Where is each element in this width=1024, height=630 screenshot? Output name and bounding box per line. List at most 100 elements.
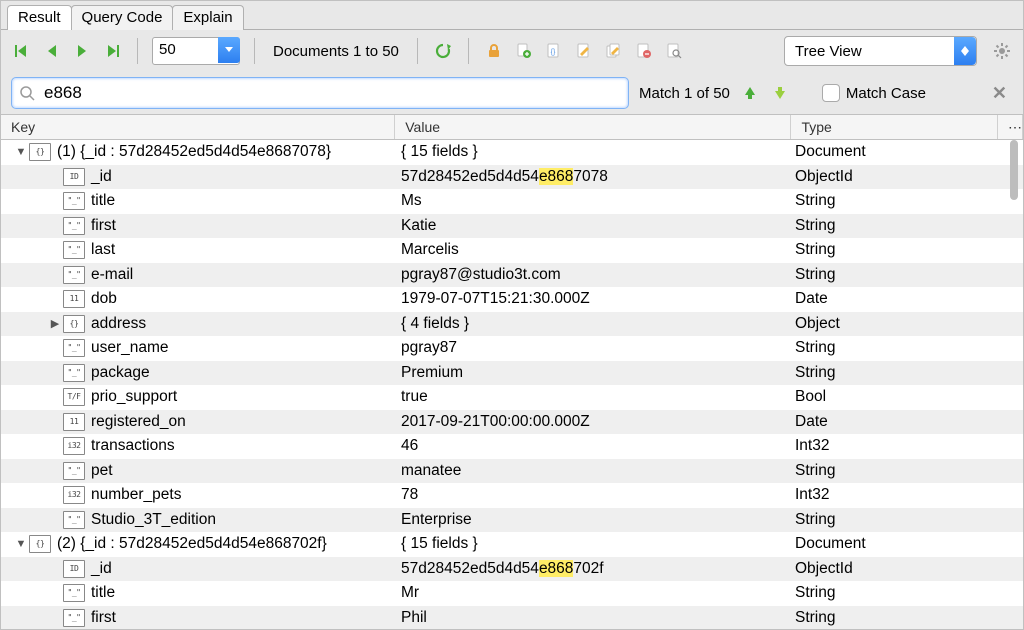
page-size-select[interactable]: 50 bbox=[152, 37, 240, 65]
table-row[interactable]: "_"packagePremiumString bbox=[1, 361, 1023, 386]
value-cell: { 15 fields } bbox=[393, 535, 787, 553]
scrollbar[interactable] bbox=[1007, 140, 1021, 629]
type-cell: String bbox=[787, 609, 987, 627]
column-header-key[interactable]: Key bbox=[1, 115, 395, 139]
tab-query-code[interactable]: Query Code bbox=[71, 5, 174, 30]
type-cell: Int32 bbox=[787, 437, 987, 455]
key-label: _id bbox=[91, 168, 112, 186]
field-type-icon: 11 bbox=[63, 413, 85, 431]
table-row[interactable]: 11registered_on2017-09-21T00:00:00.000ZD… bbox=[1, 410, 1023, 435]
column-header-value[interactable]: Value bbox=[395, 115, 791, 139]
table-row[interactable]: 11dob1979-07-07T15:21:30.000ZDate bbox=[1, 287, 1023, 312]
key-label: pet bbox=[91, 462, 113, 480]
expand-icon[interactable]: ▶ bbox=[49, 317, 61, 330]
field-type-icon: ID bbox=[63, 560, 85, 578]
close-search-button[interactable]: ✕ bbox=[986, 81, 1013, 106]
value-cell: true bbox=[393, 388, 787, 406]
key-label: user_name bbox=[91, 339, 169, 357]
value-cell: { 4 fields } bbox=[393, 315, 787, 333]
edit-documents-button[interactable] bbox=[603, 40, 625, 62]
lock-icon[interactable] bbox=[483, 40, 505, 62]
value-cell: Enterprise bbox=[393, 511, 787, 529]
table-row[interactable]: i32transactions46Int32 bbox=[1, 434, 1023, 459]
type-cell: String bbox=[787, 584, 987, 602]
column-header-type[interactable]: Type bbox=[791, 115, 998, 139]
table-row[interactable]: "_"firstPhilString bbox=[1, 606, 1023, 630]
table-row[interactable]: "_"petmanateeString bbox=[1, 459, 1023, 484]
table-row[interactable]: "_"firstKatieString bbox=[1, 214, 1023, 239]
expand-icon[interactable]: ▼ bbox=[15, 538, 27, 550]
table-row[interactable]: "_"e-mailpgray87@studio3t.comString bbox=[1, 263, 1023, 288]
table-row[interactable]: ID_id57d28452ed5d4d54e8687078ObjectId bbox=[1, 165, 1023, 190]
table-row[interactable]: "_"user_namepgray87String bbox=[1, 336, 1023, 361]
table-row[interactable]: T/Fprio_supporttrueBool bbox=[1, 385, 1023, 410]
value-cell: Premium bbox=[393, 364, 787, 382]
type-cell: Date bbox=[787, 413, 987, 431]
scrollbar-thumb[interactable] bbox=[1010, 140, 1018, 200]
table-row[interactable]: "_"titleMsString bbox=[1, 189, 1023, 214]
table-row[interactable]: ▼{}(2) {_id : 57d28452ed5d4d54e868702f}{… bbox=[1, 532, 1023, 557]
refresh-button[interactable] bbox=[432, 40, 454, 62]
last-page-button[interactable] bbox=[101, 38, 123, 64]
prev-page-button[interactable] bbox=[41, 38, 63, 64]
prev-match-button[interactable] bbox=[740, 83, 760, 103]
type-cell: ObjectId bbox=[787, 168, 987, 186]
table-row[interactable]: i32number_pets78Int32 bbox=[1, 483, 1023, 508]
value-cell: pgray87 bbox=[393, 339, 787, 357]
key-label: (1) {_id : 57d28452ed5d4d54e8687078} bbox=[57, 143, 331, 161]
field-type-icon: {} bbox=[63, 315, 85, 333]
key-label: Studio_3T_edition bbox=[91, 511, 216, 529]
field-type-icon: i32 bbox=[63, 437, 85, 455]
type-cell: String bbox=[787, 511, 987, 529]
table-row[interactable]: "_"Studio_3T_editionEnterpriseString bbox=[1, 508, 1023, 533]
next-match-button[interactable] bbox=[770, 83, 790, 103]
key-label: last bbox=[91, 241, 115, 259]
type-cell: String bbox=[787, 266, 987, 284]
edit-document-button[interactable] bbox=[573, 40, 595, 62]
type-cell: Date bbox=[787, 290, 987, 308]
find-in-documents-button[interactable] bbox=[663, 40, 685, 62]
checkbox-icon bbox=[822, 84, 840, 102]
type-cell: String bbox=[787, 462, 987, 480]
view-document-button[interactable]: {} bbox=[543, 40, 565, 62]
value-cell: Phil bbox=[393, 609, 787, 627]
next-page-button[interactable] bbox=[71, 38, 93, 64]
table-row[interactable]: ID_id57d28452ed5d4d54e868702fObjectId bbox=[1, 557, 1023, 582]
search-input[interactable] bbox=[11, 77, 629, 109]
field-type-icon: "_" bbox=[63, 462, 85, 480]
key-label: e-mail bbox=[91, 266, 133, 284]
tab-label: Explain bbox=[183, 9, 232, 26]
table-row[interactable]: "_"titleMrString bbox=[1, 581, 1023, 606]
dropdown-icon bbox=[954, 37, 976, 65]
first-page-button[interactable] bbox=[11, 38, 33, 64]
field-type-icon: "_" bbox=[63, 266, 85, 284]
type-cell: Object bbox=[787, 315, 987, 333]
table-row[interactable]: ▼{}(1) {_id : 57d28452ed5d4d54e8687078}{… bbox=[1, 140, 1023, 165]
value-cell: Ms bbox=[393, 192, 787, 210]
type-cell: Bool bbox=[787, 388, 987, 406]
type-cell: String bbox=[787, 241, 987, 259]
table-row[interactable]: "_"lastMarcelisString bbox=[1, 238, 1023, 263]
expand-icon[interactable]: ▼ bbox=[15, 146, 27, 158]
separator bbox=[417, 38, 418, 64]
field-type-icon: T/F bbox=[63, 388, 85, 406]
field-type-icon: ID bbox=[63, 168, 85, 186]
match-case-label: Match Case bbox=[846, 85, 926, 102]
add-document-button[interactable] bbox=[513, 40, 535, 62]
view-mode-select[interactable]: Tree View bbox=[784, 36, 977, 66]
tab-explain[interactable]: Explain bbox=[172, 5, 243, 30]
column-header-misc: ⋯ bbox=[998, 115, 1023, 139]
field-type-icon: "_" bbox=[63, 339, 85, 357]
tab-result[interactable]: Result bbox=[7, 5, 72, 30]
field-type-icon: 11 bbox=[63, 290, 85, 308]
value-cell: 57d28452ed5d4d54e868702f bbox=[393, 560, 787, 578]
value-cell: 2017-09-21T00:00:00.000Z bbox=[393, 413, 787, 431]
settings-button[interactable] bbox=[991, 40, 1013, 62]
key-label: (2) {_id : 57d28452ed5d4d54e868702f} bbox=[57, 535, 327, 553]
tab-label: Result bbox=[18, 9, 61, 26]
table-row[interactable]: ▶{}address{ 4 fields }Object bbox=[1, 312, 1023, 337]
key-label: transactions bbox=[91, 437, 175, 455]
match-case-checkbox[interactable]: Match Case bbox=[822, 84, 926, 102]
delete-document-button[interactable] bbox=[633, 40, 655, 62]
type-cell: String bbox=[787, 364, 987, 382]
